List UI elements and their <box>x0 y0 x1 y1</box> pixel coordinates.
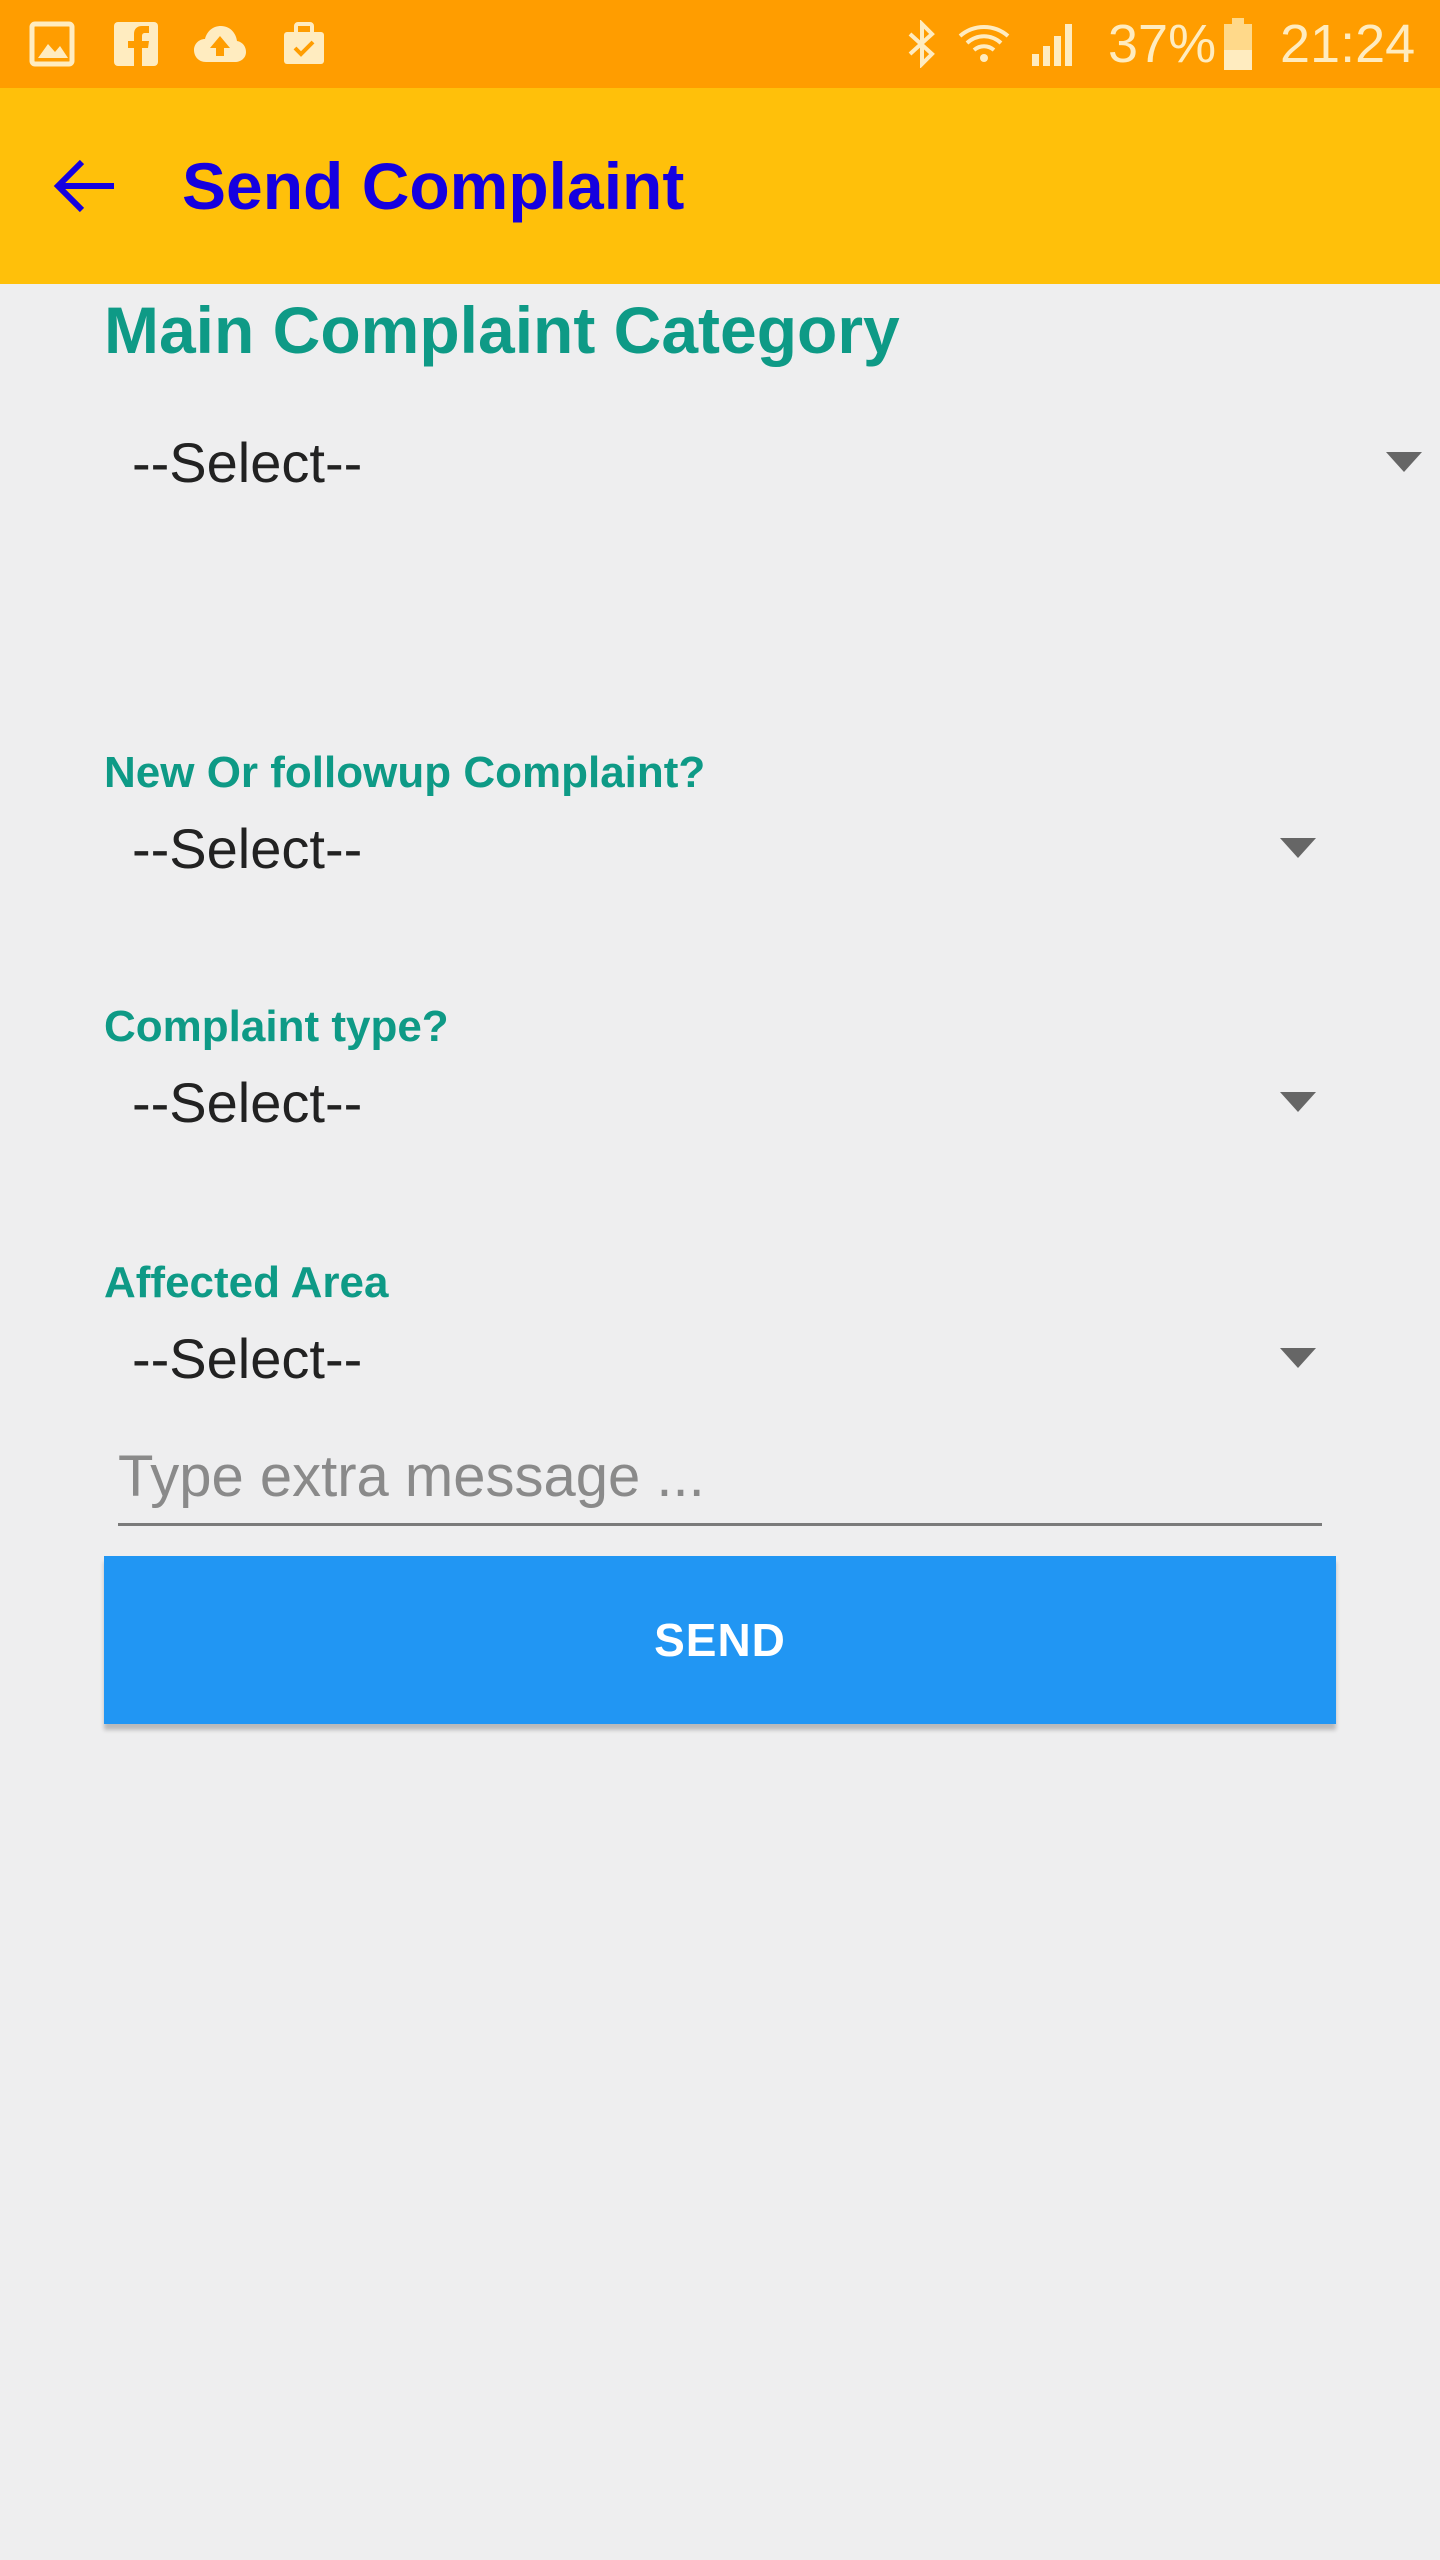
dropdown-caret-icon <box>1280 1092 1316 1112</box>
affected-area-spinner[interactable]: --Select-- <box>104 1310 1336 1410</box>
briefcase-icon <box>284 22 324 64</box>
send-button[interactable]: SEND <box>104 1556 1336 1724</box>
clock: 21:24 <box>1280 14 1416 74</box>
complaint-type-spinner[interactable]: --Select-- <box>104 1054 1336 1154</box>
affected-area-label: Affected Area <box>104 1258 389 1307</box>
bluetooth-icon <box>908 20 935 68</box>
new-or-followup-selected: --Select-- <box>132 817 363 880</box>
battery-icon <box>1224 18 1252 70</box>
extra-message-input[interactable] <box>118 1430 1322 1526</box>
cloud-upload-icon <box>194 26 246 62</box>
dropdown-caret-icon <box>1280 838 1316 858</box>
dropdown-caret-icon <box>1386 452 1422 472</box>
screen: 37% 21:24 Send Complaint Main Complaint … <box>0 0 1440 2560</box>
facebook-icon <box>114 22 158 66</box>
new-or-followup-label: New Or followup Complaint? <box>104 748 706 797</box>
battery-percent: 37% <box>1108 14 1217 74</box>
main-category-heading: Main Complaint Category <box>104 293 900 367</box>
complaint-type-label: Complaint type? <box>104 1002 449 1051</box>
status-bar: 37% 21:24 <box>0 0 1440 88</box>
main-category-spinner[interactable]: --Select-- <box>104 414 1424 514</box>
main-category-selected: --Select-- <box>132 431 363 494</box>
new-or-followup-spinner[interactable]: --Select-- <box>104 800 1336 900</box>
affected-area-selected: --Select-- <box>132 1327 363 1390</box>
complaint-type-selected: --Select-- <box>132 1071 363 1134</box>
wifi-icon <box>958 25 1010 62</box>
app-bar: Send Complaint <box>0 88 1440 284</box>
dropdown-caret-icon <box>1280 1348 1316 1368</box>
arrow-back-icon[interactable] <box>50 150 122 222</box>
signal-icon <box>1032 24 1072 66</box>
gallery-icon <box>29 21 75 67</box>
page-title: Send Complaint <box>182 149 685 223</box>
